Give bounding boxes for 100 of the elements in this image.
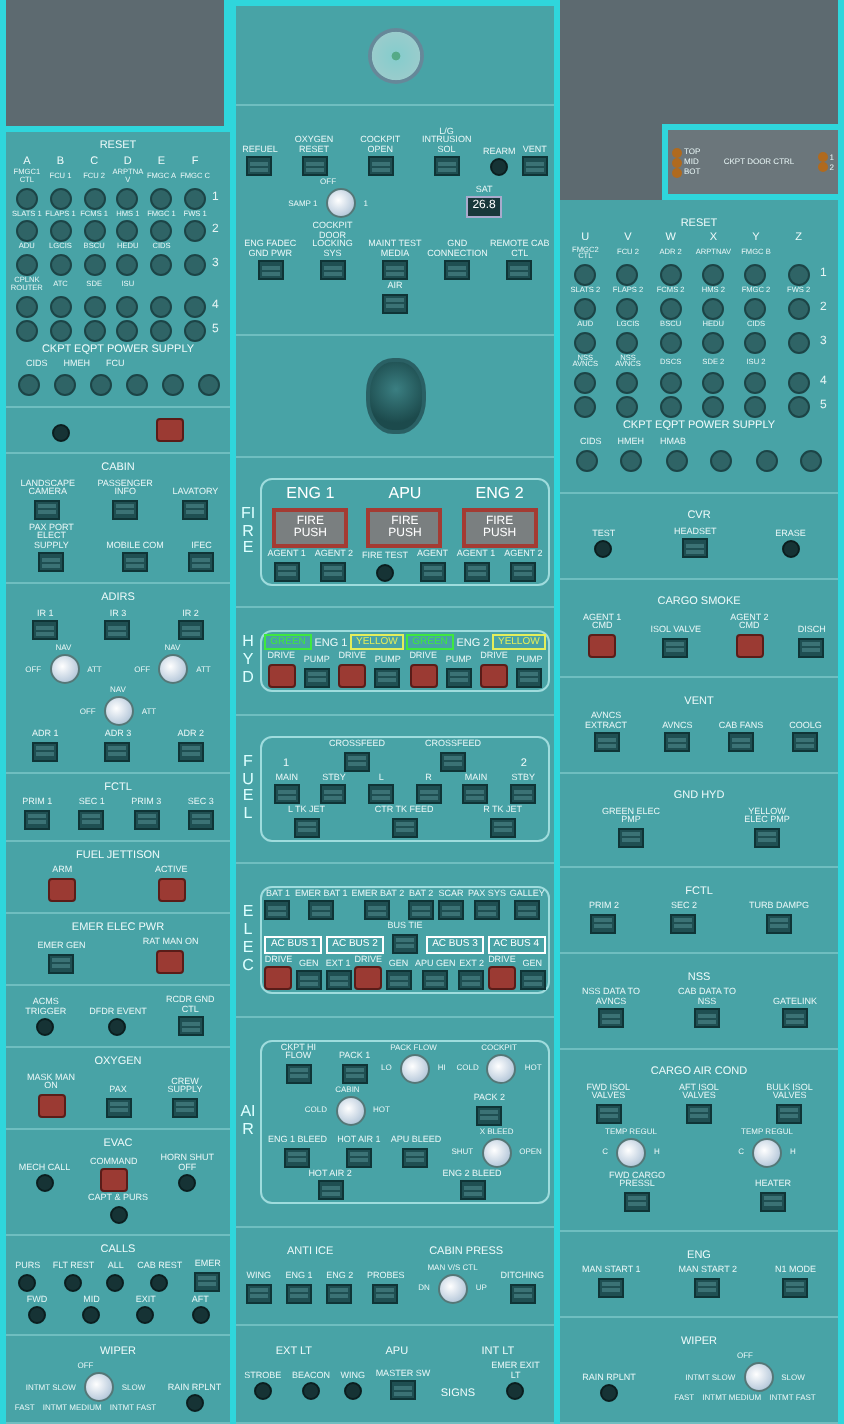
circuit-breaker[interactable]: [659, 297, 682, 320]
pushbutton[interactable]: [776, 1103, 803, 1124]
circuit-breaker[interactable]: [574, 396, 597, 419]
rotary-knob[interactable]: [752, 1137, 782, 1168]
pushbutton[interactable]: [301, 156, 327, 177]
pushbutton[interactable]: [438, 900, 465, 921]
rotary-knob[interactable]: [437, 1273, 468, 1304]
pushbutton[interactable]: [264, 900, 291, 921]
pushbutton[interactable]: [381, 260, 408, 281]
pushbutton[interactable]: [319, 260, 346, 281]
pushbutton[interactable]: [514, 900, 541, 921]
circuit-breaker[interactable]: [83, 187, 106, 210]
circuit-breaker[interactable]: [116, 220, 139, 243]
pushbutton[interactable]: [385, 970, 412, 991]
round-button[interactable]: [35, 1174, 54, 1193]
pushbutton[interactable]: [489, 817, 516, 838]
control-knob[interactable]: [365, 358, 425, 434]
round-button[interactable]: [594, 540, 613, 559]
circuit-breaker[interactable]: [616, 264, 639, 287]
guarded-switch[interactable]: [37, 1093, 65, 1118]
circuit-breaker[interactable]: [49, 187, 72, 210]
guarded-switch[interactable]: [409, 663, 438, 688]
pushbutton[interactable]: [439, 751, 466, 772]
pushbutton[interactable]: [792, 732, 819, 753]
circuit-breaker[interactable]: [710, 450, 733, 473]
pushbutton[interactable]: [257, 260, 284, 281]
pushbutton[interactable]: [177, 620, 204, 641]
round-button[interactable]: [343, 1382, 362, 1401]
pushbutton[interactable]: [367, 156, 394, 177]
round-button[interactable]: [781, 540, 800, 559]
rotary-knob[interactable]: [49, 654, 80, 685]
pushbutton[interactable]: [598, 1277, 625, 1298]
circuit-breaker[interactable]: [150, 187, 173, 210]
pushbutton[interactable]: [78, 809, 105, 830]
pushbutton[interactable]: [112, 499, 139, 520]
pushbutton[interactable]: [760, 1191, 786, 1212]
round-button[interactable]: [191, 1306, 210, 1325]
guarded-switch[interactable]: [480, 663, 509, 688]
pushbutton[interactable]: [104, 741, 131, 762]
pushbutton[interactable]: [664, 732, 691, 753]
round-button[interactable]: [253, 1382, 272, 1401]
round-button[interactable]: [109, 1205, 127, 1224]
circuit-breaker[interactable]: [659, 264, 682, 287]
circuit-breaker[interactable]: [15, 319, 38, 342]
circuit-breaker[interactable]: [49, 254, 72, 277]
pushbutton[interactable]: [510, 561, 537, 582]
pushbutton[interactable]: [506, 260, 533, 281]
circuit-breaker[interactable]: [787, 264, 810, 287]
pushbutton[interactable]: [121, 552, 148, 573]
pushbutton[interactable]: [38, 552, 65, 573]
guarded-switch[interactable]: [99, 1168, 128, 1193]
circuit-breaker[interactable]: [83, 319, 106, 342]
pushbutton[interactable]: [415, 784, 442, 805]
pushbutton[interactable]: [293, 817, 320, 838]
circuit-breaker[interactable]: [744, 297, 767, 320]
circuit-breaker[interactable]: [15, 187, 38, 210]
pushbutton[interactable]: [345, 1147, 372, 1168]
pushbutton[interactable]: [509, 1283, 536, 1304]
rotary-knob[interactable]: [486, 1053, 517, 1084]
guarded-switch[interactable]: [354, 966, 383, 991]
circuit-breaker[interactable]: [150, 220, 173, 243]
pushbutton[interactable]: [182, 499, 209, 520]
pushbutton[interactable]: [326, 1283, 353, 1304]
circuit-breaker[interactable]: [574, 297, 597, 320]
rotary-knob[interactable]: [103, 696, 134, 727]
circuit-breaker[interactable]: [620, 450, 643, 473]
round-button[interactable]: [178, 1174, 197, 1193]
rotary-knob[interactable]: [335, 1095, 366, 1126]
rotary-knob[interactable]: [399, 1053, 430, 1084]
circuit-breaker[interactable]: [184, 319, 207, 342]
circuit-breaker[interactable]: [184, 295, 207, 318]
circuit-breaker[interactable]: [150, 319, 173, 342]
guarded-switch[interactable]: [588, 633, 617, 658]
pushbutton[interactable]: [765, 913, 792, 934]
circuit-breaker[interactable]: [49, 295, 72, 318]
circuit-breaker[interactable]: [116, 295, 139, 318]
guarded-switch[interactable]: [735, 633, 764, 658]
guarded-switch[interactable]: [338, 663, 367, 688]
circuit-breaker[interactable]: [574, 372, 597, 395]
pushbutton[interactable]: [246, 156, 273, 177]
circuit-breaker[interactable]: [787, 297, 810, 320]
circuit-breaker[interactable]: [184, 187, 207, 210]
rotary-knob[interactable]: [481, 1137, 512, 1168]
pushbutton[interactable]: [374, 667, 401, 688]
pushbutton[interactable]: [245, 1283, 272, 1304]
circuit-breaker[interactable]: [15, 220, 38, 243]
pushbutton[interactable]: [798, 637, 825, 658]
pushbutton[interactable]: [303, 667, 330, 688]
pushbutton[interactable]: [402, 1147, 429, 1168]
guarded-switch[interactable]: [156, 949, 185, 974]
circuit-breaker[interactable]: [702, 297, 725, 320]
pushbutton[interactable]: [34, 499, 61, 520]
circuit-breaker[interactable]: [574, 264, 597, 287]
guarded-switch[interactable]: [487, 966, 516, 991]
circuit-breaker[interactable]: [616, 372, 639, 395]
circuit-breaker[interactable]: [89, 373, 111, 396]
circuit-breaker[interactable]: [659, 331, 682, 354]
pushbutton[interactable]: [364, 900, 391, 921]
circuit-breaker[interactable]: [49, 220, 72, 243]
pushbutton[interactable]: [685, 1103, 712, 1124]
